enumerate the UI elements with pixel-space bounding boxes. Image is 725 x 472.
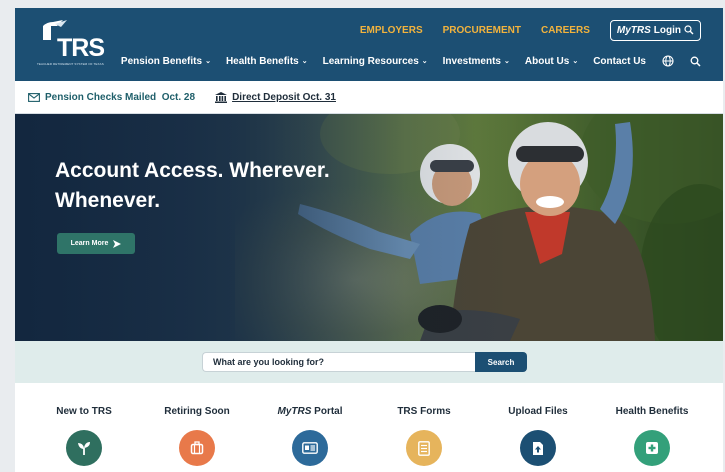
nav-label: Contact Us bbox=[593, 55, 646, 67]
chevron-down-icon: ⌄ bbox=[504, 58, 510, 65]
medical-plus-icon bbox=[634, 430, 670, 466]
direct-deposit-alert[interactable]: Direct Deposit Oct. 31 bbox=[215, 91, 336, 103]
nav-label: Learning Resources bbox=[322, 55, 419, 67]
nav-contact-us[interactable]: Contact Us bbox=[593, 56, 646, 67]
alert-bar: Pension Checks Mailed Oct. 28 Direct Dep… bbox=[15, 81, 723, 114]
nav-about-us[interactable]: About Us ⌄ bbox=[525, 56, 578, 67]
utility-nav: EMPLOYERS PROCUREMENT CAREERS MyTRS Logi… bbox=[340, 18, 701, 42]
nav-label: Pension Benefits bbox=[120, 55, 203, 67]
logo-subtitle: TEACHER RETIREMENT SYSTEM OF TEXAS bbox=[37, 62, 104, 66]
quick-link-label: MyTRS Portal bbox=[252, 406, 368, 417]
user-lock-icon bbox=[684, 25, 694, 35]
quick-link-label-rest: Portal bbox=[311, 406, 343, 417]
quick-link-label: TRS Forms bbox=[397, 406, 451, 417]
chevron-down-icon: ⌄ bbox=[421, 58, 428, 65]
quick-link-new-to-trs[interactable]: New to TRS bbox=[26, 406, 142, 466]
nav-learning-resources[interactable]: Learning Resources ⌄ bbox=[323, 56, 428, 67]
login-brand: MyTRS bbox=[616, 24, 651, 36]
main-nav: Pension Benefits ⌄ Health Benefits ⌄ Lea… bbox=[106, 52, 701, 70]
quick-link-upload-files[interactable]: Upload Files bbox=[480, 406, 596, 466]
quick-links: New to TRS Retiring Soon MyTRS Portal TR… bbox=[15, 383, 723, 472]
chevron-down-icon: ⌄ bbox=[205, 58, 211, 65]
mytrs-login-button[interactable]: MyTRS Login bbox=[609, 19, 701, 41]
learn-more-label: Learn More bbox=[70, 240, 109, 247]
nav-investments[interactable]: Investments ⌄ bbox=[443, 56, 510, 67]
learn-more-button[interactable]: Learn More bbox=[57, 233, 135, 254]
quick-link-brand: MyTRS bbox=[277, 406, 312, 417]
hero-overlay bbox=[15, 114, 723, 341]
search-button[interactable]: Search bbox=[475, 352, 527, 372]
site-header: TRS TEACHER RETIREMENT SYSTEM OF TEXAS E… bbox=[15, 8, 723, 81]
quick-link-retiring-soon[interactable]: Retiring Soon bbox=[139, 406, 255, 466]
file-upload-icon bbox=[520, 430, 556, 466]
careers-link[interactable]: CAREERS bbox=[541, 25, 590, 36]
nav-health-benefits[interactable]: Health Benefits ⌄ bbox=[226, 56, 308, 67]
logo-text: TRS bbox=[57, 34, 105, 62]
quick-link-mytrs-portal[interactable]: MyTRS Portal bbox=[252, 406, 368, 466]
quick-link-trs-forms[interactable]: TRS Forms bbox=[366, 406, 482, 466]
quick-link-health-benefits[interactable]: Health Benefits bbox=[594, 406, 710, 466]
suitcase-icon bbox=[179, 430, 215, 466]
envelope-icon bbox=[28, 92, 40, 102]
quick-link-label: Retiring Soon bbox=[164, 406, 230, 417]
trs-logo[interactable]: TRS TEACHER RETIREMENT SYSTEM OF TEXAS bbox=[37, 20, 107, 68]
id-card-icon bbox=[292, 430, 328, 466]
search-icon[interactable] bbox=[690, 56, 701, 67]
pension-checks-text: Pension Checks Mailed Oct. 28 bbox=[45, 91, 196, 103]
nav-label: About Us bbox=[524, 55, 570, 67]
chevron-down-icon: ⌄ bbox=[572, 58, 579, 65]
hero-banner: Account Access. Wherever. Whenever. Lear… bbox=[15, 114, 723, 341]
procurement-link[interactable]: PROCUREMENT bbox=[443, 25, 521, 36]
quick-link-label: New to TRS bbox=[56, 406, 112, 417]
nav-pension-benefits[interactable]: Pension Benefits ⌄ bbox=[121, 56, 211, 67]
bank-icon bbox=[215, 91, 228, 103]
pension-checks-alert[interactable]: Pension Checks Mailed Oct. 28 bbox=[28, 92, 195, 103]
login-label: Login bbox=[653, 24, 681, 36]
chevron-down-icon: ⌄ bbox=[301, 58, 308, 65]
document-icon bbox=[406, 430, 442, 466]
direct-deposit-text: Direct Deposit Oct. 31 bbox=[232, 91, 336, 103]
employers-link[interactable]: EMPLOYERS bbox=[360, 25, 423, 36]
quick-link-label: Upload Files bbox=[508, 406, 568, 417]
sprout-icon bbox=[66, 430, 102, 466]
nav-label: Investments bbox=[442, 55, 501, 67]
search-input[interactable]: What are you looking for? bbox=[202, 352, 475, 372]
site-search: What are you looking for? Search bbox=[202, 352, 527, 372]
hero-title: Account Access. Wherever. Whenever. bbox=[55, 159, 330, 212]
browser-page: TRS TEACHER RETIREMENT SYSTEM OF TEXAS E… bbox=[15, 8, 723, 472]
nav-label: Health Benefits bbox=[225, 55, 299, 67]
arrow-right-icon bbox=[113, 239, 122, 248]
quick-link-label: Health Benefits bbox=[615, 406, 689, 417]
globe-icon[interactable] bbox=[662, 55, 674, 67]
search-band: What are you looking for? Search bbox=[15, 341, 723, 383]
